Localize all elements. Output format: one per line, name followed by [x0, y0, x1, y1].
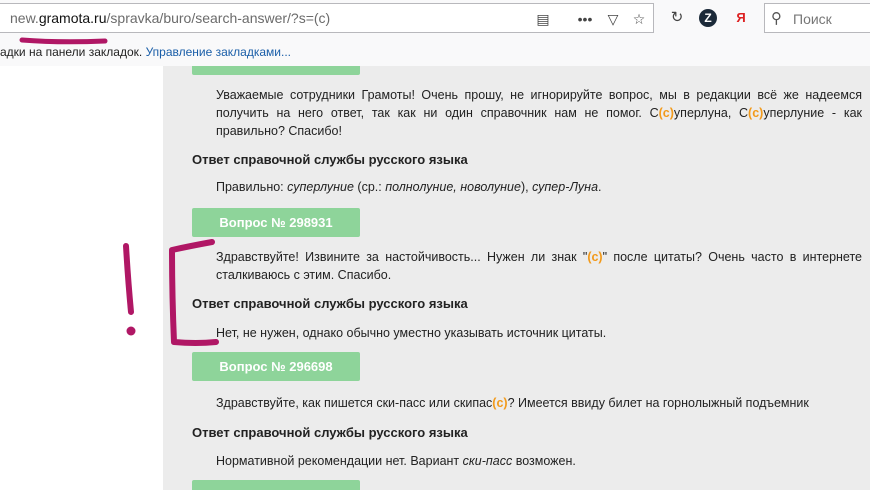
bracket-mark — [169, 239, 219, 346]
handdrawn-annotations — [19, 37, 219, 346]
url-underline-mark — [19, 37, 108, 45]
exclamation-mark-dot — [126, 326, 136, 336]
exclamation-mark-line — [123, 243, 134, 315]
